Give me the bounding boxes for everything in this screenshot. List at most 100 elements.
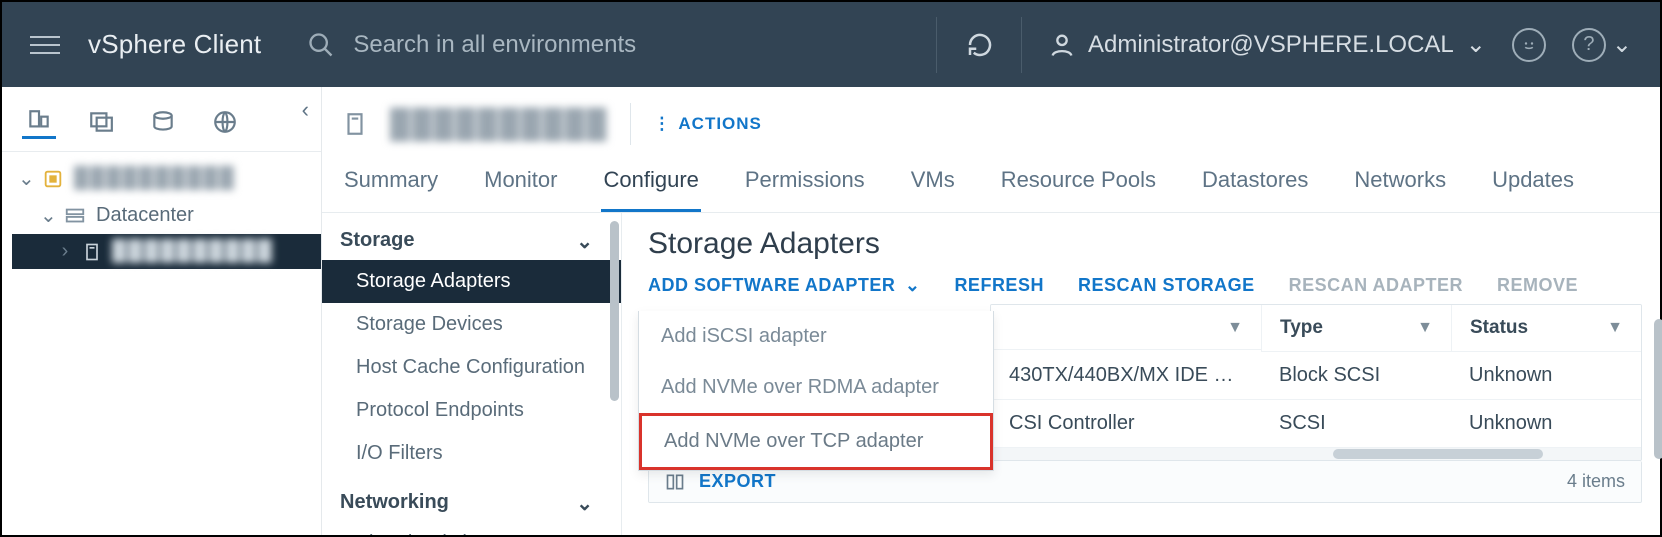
config-item-protocol-endpoints[interactable]: Protocol Endpoints — [322, 389, 621, 432]
config-item-io-filters[interactable]: I/O Filters — [322, 432, 621, 475]
section-title: Storage — [340, 229, 414, 254]
rescan-adapter-button: RESCAN ADAPTER — [1289, 275, 1463, 296]
datacenter-icon — [64, 205, 86, 227]
tab-networks[interactable]: Networks — [1352, 157, 1448, 212]
object-name: ██████████ — [390, 108, 608, 140]
topbar: vSphere Client Administrator@VSPHERE.LOC… — [2, 2, 1660, 87]
inventory-tab-networking[interactable] — [208, 105, 242, 139]
config-section-networking[interactable]: Networking ⌄ — [322, 475, 621, 522]
columns-icon[interactable] — [665, 472, 685, 492]
header-label: Status — [1470, 317, 1528, 339]
menu-icon[interactable] — [30, 36, 60, 54]
tab-monitor[interactable]: Monitor — [482, 157, 559, 212]
dropdown-item-iscsi[interactable]: Add iSCSI adapter — [639, 311, 993, 362]
config-section-storage[interactable]: Storage ⌄ — [322, 213, 621, 260]
chevron-down-icon: ⌄ — [899, 275, 920, 295]
config-item-virtual-switches[interactable]: Virtual switches — [322, 522, 621, 535]
tree-node-host[interactable]: › ██████████ — [12, 234, 321, 269]
feedback-icon[interactable] — [1512, 28, 1546, 62]
filter-icon[interactable]: ▼ — [1417, 319, 1433, 337]
config-item-storage-adapters[interactable]: Storage Adapters — [322, 260, 621, 303]
refresh-button[interactable]: REFRESH — [954, 275, 1044, 296]
button-label: ADD SOFTWARE ADAPTER — [648, 275, 895, 295]
inventory-tab-storage[interactable] — [146, 105, 180, 139]
chevron-down-icon: ⌄ — [1466, 30, 1486, 59]
divider — [936, 17, 937, 73]
cell: Unknown — [1451, 352, 1641, 400]
dropdown-item-nvme-rdma[interactable]: Add NVMe over RDMA adapter — [639, 362, 993, 413]
inventory-tabs — [2, 87, 321, 152]
kebab-icon: ⋮ — [653, 114, 668, 134]
config-items-networking: Virtual switches VMkernel adapters — [322, 522, 621, 535]
filter-icon[interactable]: ▼ — [1227, 319, 1243, 337]
main-panel: ██████████ ⋮ ACTIONS Summary Monitor Con… — [322, 87, 1660, 535]
filter-icon[interactable]: ▼ — [1607, 319, 1623, 337]
refresh-icon[interactable] — [965, 30, 995, 60]
scrollbar-thumb[interactable] — [1333, 449, 1543, 459]
cell: Block SCSI — [1261, 352, 1451, 400]
horizontal-scrollbar[interactable] — [991, 448, 1641, 460]
tree-node-datacenter[interactable]: ⌄ Datacenter — [12, 197, 321, 234]
dropdown-item-nvme-tcp[interactable]: Add NVMe over TCP adapter — [639, 413, 993, 470]
global-search[interactable] — [307, 31, 908, 59]
inventory-tab-vms[interactable] — [84, 105, 118, 139]
workspace: ‹ ⌄ ██████████ ⌄ Datac — [2, 87, 1660, 535]
tab-updates[interactable]: Updates — [1490, 157, 1576, 212]
tab-summary[interactable]: Summary — [342, 157, 440, 212]
column-header[interactable]: ▼ — [991, 307, 1261, 350]
tree-label: ██████████ — [74, 167, 236, 190]
user-menu[interactable]: Administrator@VSPHERE.LOCAL ⌄ — [1048, 30, 1486, 59]
object-tabs: Summary Monitor Configure Permissions VM… — [322, 157, 1660, 213]
tab-configure[interactable]: Configure — [601, 157, 700, 212]
topbar-right: Administrator@VSPHERE.LOCAL ⌄ ? ⌄ — [965, 17, 1632, 73]
content-row: Storage ⌄ Storage Adapters Storage Devic… — [322, 213, 1660, 535]
tab-permissions[interactable]: Permissions — [743, 157, 867, 212]
chevron-down-icon: ⌄ — [576, 229, 593, 254]
chevron-down-icon: ⌄ — [576, 491, 593, 516]
tab-resource-pools[interactable]: Resource Pools — [999, 157, 1158, 212]
tab-vms[interactable]: VMs — [909, 157, 957, 212]
search-input[interactable] — [353, 31, 773, 59]
column-header-type[interactable]: Type ▼ — [1261, 305, 1451, 352]
add-adapter-dropdown: Add iSCSI adapter Add NVMe over RDMA ada… — [638, 311, 994, 471]
export-button[interactable]: EXPORT — [699, 471, 776, 492]
tab-datastores[interactable]: Datastores — [1200, 157, 1310, 212]
add-software-adapter-button[interactable]: ADD SOFTWARE ADAPTER ⌄ — [648, 275, 920, 296]
config-items-storage: Storage Adapters Storage Devices Host Ca… — [322, 260, 621, 475]
table-row[interactable]: CSI Controller SCSI Unknown — [991, 400, 1641, 448]
search-icon — [307, 31, 335, 59]
column-header-status[interactable]: Status ▼ — [1451, 305, 1641, 352]
storage-adapters-pane: Storage Adapters ADD SOFTWARE ADAPTER ⌄ … — [622, 213, 1660, 535]
user-icon — [1048, 31, 1076, 59]
actions-menu[interactable]: ⋮ ACTIONS — [653, 114, 762, 134]
cell: Unknown — [1451, 400, 1641, 448]
config-item-storage-devices[interactable]: Storage Devices — [322, 303, 621, 346]
inventory-tab-hosts[interactable] — [22, 105, 56, 139]
pane-title: Storage Adapters — [648, 227, 1642, 261]
section-title: Networking — [340, 491, 449, 516]
adapters-table: ▼ Type ▼ Status ▼ 430TX/440BX/MX IDE Con… — [990, 304, 1642, 461]
chevron-down-icon: ⌄ — [18, 166, 32, 191]
app-title: vSphere Client — [88, 29, 261, 60]
tree-node-vcenter[interactable]: ⌄ ██████████ — [12, 160, 321, 197]
collapse-inventory-icon[interactable]: ‹ — [302, 97, 309, 123]
chevron-right-icon: › — [58, 240, 72, 263]
inventory-tree: ⌄ ██████████ ⌄ Datacenter › ██████████ — [2, 152, 321, 269]
header-label: Type — [1280, 317, 1323, 339]
help-menu[interactable]: ? ⌄ — [1572, 28, 1632, 62]
table-row[interactable]: 430TX/440BX/MX IDE Controll... Block SCS… — [991, 352, 1641, 400]
scrollbar-thumb[interactable] — [1654, 319, 1662, 459]
divider — [1021, 17, 1022, 73]
user-label: Administrator@VSPHERE.LOCAL — [1088, 31, 1454, 59]
remove-button: REMOVE — [1497, 275, 1578, 296]
scrollbar-thumb[interactable] — [610, 221, 619, 401]
tree-label: ██████████ — [112, 240, 274, 263]
rescan-storage-button[interactable]: RESCAN STORAGE — [1078, 275, 1255, 296]
chevron-down-icon: ⌄ — [40, 203, 54, 228]
config-item-host-cache[interactable]: Host Cache Configuration — [322, 346, 621, 389]
cell: 430TX/440BX/MX IDE Controll... — [991, 352, 1261, 400]
tree-label: Datacenter — [96, 204, 194, 227]
host-icon — [82, 242, 102, 262]
object-header: ██████████ ⋮ ACTIONS — [322, 87, 1660, 157]
divider — [630, 103, 631, 145]
